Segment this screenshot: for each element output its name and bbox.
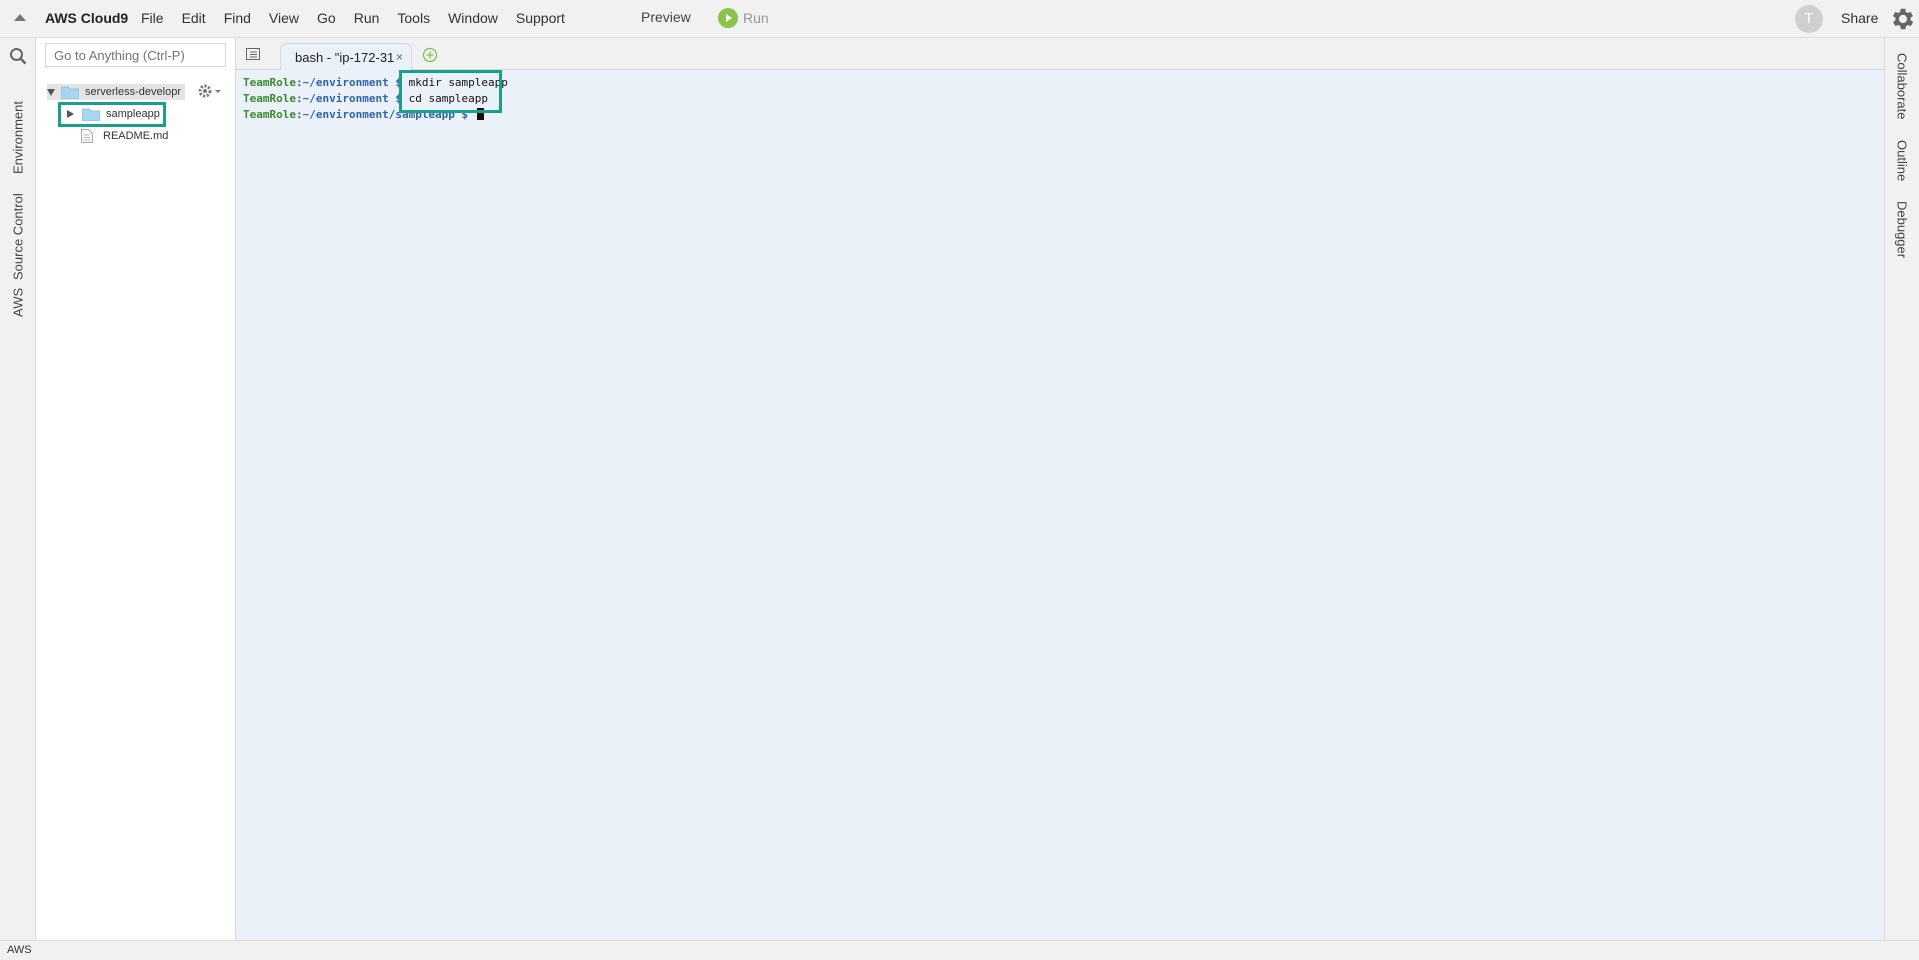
panel-list-icon[interactable] (246, 48, 260, 60)
avatar[interactable]: T (1795, 5, 1823, 33)
preview-button[interactable]: Preview (641, 9, 691, 25)
editor-tab-bar: bash - "ip-172-31 × (236, 38, 1884, 70)
commands-highlight-box (399, 70, 502, 113)
close-icon[interactable]: × (396, 50, 403, 64)
tab-outline[interactable]: Outline (1890, 135, 1914, 187)
menu-view[interactable]: View (269, 10, 299, 26)
menu-go[interactable]: Go (317, 10, 336, 26)
menu-bar: AWS Cloud9 File Edit Find View Go Run To… (0, 0, 1919, 38)
settings-gear-icon[interactable] (1889, 5, 1917, 33)
tab-label: bash - "ip-172-31 (295, 50, 395, 65)
run-label: Run (743, 10, 769, 26)
run-button[interactable]: Run (718, 8, 769, 28)
add-tab-icon[interactable] (422, 47, 438, 63)
status-label[interactable]: AWS (7, 944, 32, 956)
share-button[interactable]: Share (1841, 10, 1878, 26)
menu-find[interactable]: Find (224, 10, 251, 26)
tab-collaborate[interactable]: Collaborate (1890, 46, 1914, 126)
tree-root-label: serverless-developn (85, 86, 181, 98)
tree-item-readme[interactable]: README.md (81, 128, 168, 144)
tab-debugger[interactable]: Debugger (1890, 196, 1914, 264)
menu-tools[interactable]: Tools (397, 10, 430, 26)
folder-icon (61, 86, 79, 99)
terminal[interactable]: TeamRole:~/environment $ mkdir sampleapp… (236, 70, 1884, 940)
file-tree-panel (36, 38, 236, 940)
tree-root[interactable]: serverless-developn (47, 84, 185, 100)
sampleapp-highlight-box (58, 102, 166, 127)
menu-support[interactable]: Support (516, 10, 565, 26)
tree-item-label: README.md (103, 130, 169, 142)
left-panel-strip: Environment Source Control AWS (0, 38, 36, 940)
menu-run[interactable]: Run (354, 10, 380, 26)
app-brand[interactable]: AWS Cloud9 (45, 10, 128, 26)
right-panel-strip: Collaborate Outline Debugger (1884, 38, 1919, 940)
file-icon (81, 129, 93, 143)
play-icon (718, 8, 738, 28)
main-menu: File Edit Find View Go Run Tools Window … (141, 10, 583, 26)
go-to-anything-input[interactable] (45, 43, 226, 67)
menu-edit[interactable]: Edit (182, 10, 206, 26)
status-bar: AWS (0, 940, 1919, 960)
tab-bash-terminal[interactable]: bash - "ip-172-31 × (280, 43, 412, 70)
menu-window[interactable]: Window (448, 10, 498, 26)
search-icon[interactable] (9, 47, 27, 65)
tree-settings-gear-icon[interactable] (197, 83, 223, 99)
tab-aws[interactable]: AWS (6, 272, 30, 332)
chevron-down-icon[interactable] (47, 88, 55, 96)
menu-file[interactable]: File (141, 10, 164, 26)
collapse-menu-icon[interactable] (14, 14, 26, 21)
